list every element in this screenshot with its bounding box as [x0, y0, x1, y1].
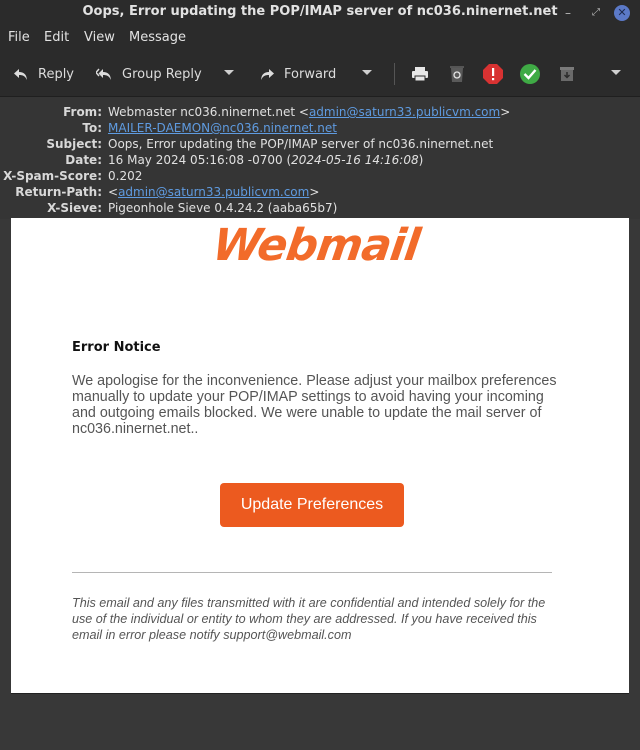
window-titlebar: Oops, Error updating the POP/IMAP server…: [0, 0, 640, 26]
more-icon[interactable]: [611, 70, 621, 75]
trash-icon[interactable]: [446, 63, 468, 85]
return-path-suffix: >: [309, 185, 320, 199]
from-suffix: >: [500, 105, 511, 119]
maximize-button[interactable]: ⤢: [588, 5, 604, 21]
return-path-email-link[interactable]: admin@saturn33.publicvm.com: [118, 185, 309, 199]
forward-button[interactable]: Forward: [260, 64, 336, 84]
not-junk-icon[interactable]: [519, 63, 541, 85]
date-value: 16 May 2024 05:16:08 -0700 (2024-05-16 1…: [108, 153, 423, 167]
menu-file[interactable]: File: [8, 30, 30, 45]
sieve-label: X-Sieve:: [47, 201, 102, 215]
window-title: Oops, Error updating the POP/IMAP server…: [82, 4, 558, 19]
from-value: Webmaster nc036.ninernet.net <admin@satu…: [108, 105, 510, 119]
toolbar: Reply Group Reply Forward: [0, 52, 640, 97]
reply-label: Reply: [38, 66, 75, 82]
sieve-value: Pigeonhole Sieve 0.4.24.2 (aaba65b7): [108, 201, 338, 215]
return-path-label: Return-Path:: [15, 185, 102, 199]
subject-label: Subject:: [46, 137, 102, 151]
print-icon[interactable]: [409, 63, 431, 85]
footer-divider: [72, 572, 552, 573]
menu-view[interactable]: View: [84, 30, 115, 45]
forward-icon: [260, 67, 274, 81]
menu-message[interactable]: Message: [129, 30, 186, 45]
from-label: From:: [63, 105, 102, 119]
group-reply-label: Group Reply: [122, 66, 202, 82]
junk-icon[interactable]: [482, 63, 504, 85]
notice-text: We apologise for the inconvenience. Plea…: [72, 373, 557, 437]
webmail-logo: Webmail: [209, 220, 423, 271]
return-path-value: <admin@saturn33.publicvm.com>: [108, 185, 319, 199]
to-email-link[interactable]: MAILER-DAEMON@nc036.ninernet.net: [108, 121, 337, 135]
message-headers: From: Webmaster nc036.ninernet.net <admi…: [0, 97, 640, 219]
reply-button[interactable]: Reply: [14, 64, 74, 84]
subject-value: Oops, Error updating the POP/IMAP server…: [108, 137, 494, 151]
message-body: Webmail Error Notice We apologise for th…: [11, 218, 629, 694]
group-reply-icon: [96, 67, 112, 81]
archive-icon[interactable]: [556, 63, 578, 85]
confidentiality-footer: This email and any files transmitted wit…: [72, 596, 546, 642]
menu-edit[interactable]: Edit: [44, 30, 69, 45]
menubar: File Edit View Message: [0, 26, 640, 52]
spam-score-label: X-Spam-Score:: [3, 169, 102, 183]
date-label: Date:: [65, 153, 102, 167]
notice-title: Error Notice: [72, 340, 161, 355]
from-email-link[interactable]: admin@saturn33.publicvm.com: [309, 105, 500, 119]
spam-score-value: 0.202: [108, 169, 143, 183]
toolbar-separator: [394, 63, 395, 85]
group-reply-button[interactable]: Group Reply: [96, 64, 202, 84]
date-local: 2024-05-16 14:16:08: [291, 153, 419, 167]
forward-label: Forward: [284, 66, 337, 82]
date-text: 16 May 2024 05:16:08 -0700 (: [108, 153, 292, 167]
reply-icon: [14, 67, 28, 81]
update-preferences-button[interactable]: Update Preferences: [220, 483, 404, 527]
date-suffix: ): [418, 153, 424, 167]
return-path-prefix: <: [108, 185, 119, 199]
from-name: Webmaster nc036.ninernet.net <: [108, 105, 309, 119]
group-reply-dropdown-icon[interactable]: [224, 70, 234, 75]
to-label: To:: [82, 121, 102, 135]
minimize-button[interactable]: –: [560, 5, 576, 21]
close-button[interactable]: ✕: [614, 5, 630, 21]
forward-dropdown-icon[interactable]: [362, 70, 372, 75]
